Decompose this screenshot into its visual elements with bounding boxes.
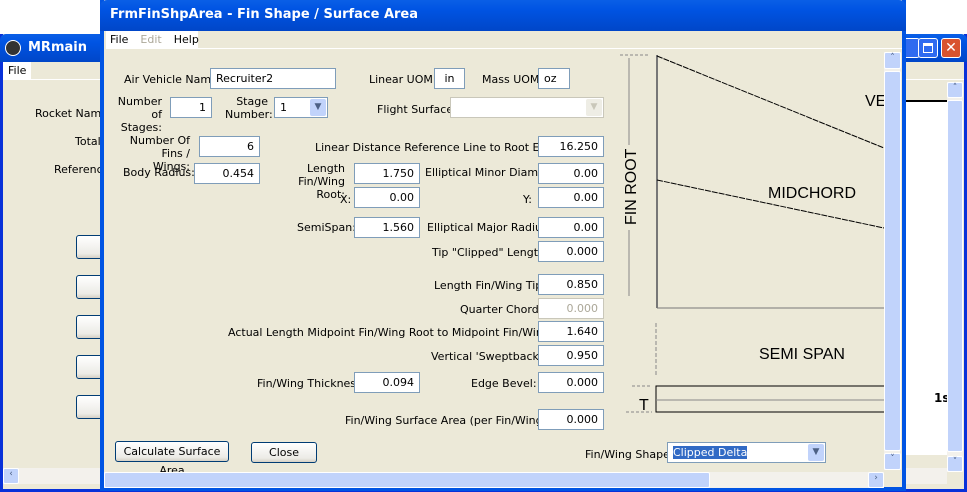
length-root-label: Length Fin/Wing Root: <box>298 162 345 201</box>
paw-icon <box>5 40 21 56</box>
dialog-menubar: File Edit Help <box>106 31 902 49</box>
menu-file[interactable]: File <box>3 62 32 79</box>
dialog-titlebar: FrmFinShpArea - Fin Shape / Surface Area <box>100 0 906 31</box>
length-tip-input[interactable]: 0.850 <box>538 274 604 295</box>
dialog-vscrollbar[interactable]: ˄ ˅ <box>884 52 901 470</box>
dialog-hscrollbar[interactable]: › <box>104 472 884 488</box>
close-button[interactable]: Close <box>251 442 317 463</box>
length-root-input[interactable]: 1.750 <box>354 163 420 184</box>
elliptical-minor-input[interactable]: 0.00 <box>538 163 604 184</box>
menu-file[interactable]: File <box>110 33 128 46</box>
linear-uom-label: Linear UOM: <box>369 73 437 86</box>
thickness-t-label: T <box>639 397 649 414</box>
fin-shape-select[interactable]: Clipped Delta ▼ <box>667 442 826 463</box>
mrmain-vscrollbar[interactable]: ˄ ˅ <box>947 82 963 472</box>
fin-shape-label: Fin/Wing Shape: <box>585 448 674 461</box>
chevron-down-icon: ▼ <box>808 444 824 461</box>
fin-root-label: FIN ROOT <box>623 148 640 225</box>
num-stages-label: Number of Stages: <box>117 95 162 134</box>
y-label: Y: <box>523 193 532 206</box>
calculate-surface-area-button[interactable]: Calculate Surface Area <box>115 441 229 477</box>
semi-span-label: SEMI SPAN <box>759 346 845 363</box>
dialog-title: FrmFinShpArea - Fin Shape / Surface Area <box>110 7 419 22</box>
chevron-down-icon: ▼ <box>586 99 602 116</box>
air-vehicle-name-label: Air Vehicle Name: <box>124 73 222 86</box>
stage-number-label: Stage Number: <box>225 95 273 121</box>
mrmain-title: MRmain <box>28 40 87 55</box>
tip-clipped-label: Tip "Clipped" Length: <box>432 246 549 259</box>
stage-number-select[interactable]: 1 ▼ <box>274 97 328 118</box>
menu-edit[interactable]: Edit <box>140 33 161 46</box>
menu-help[interactable]: Help <box>174 33 199 46</box>
ve-label: VE <box>865 93 884 110</box>
thickness-input[interactable]: 0.094 <box>354 372 420 393</box>
thickness-label: Fin/Wing Thickness: <box>257 377 366 390</box>
actual-length-label: Actual Length Midpoint Fin/Wing Root to … <box>228 326 574 339</box>
close-window-button[interactable]: ✕ <box>941 38 961 58</box>
mass-uom-input[interactable]: oz <box>538 68 570 89</box>
linear-distance-label: Linear Distance Reference Line to Root E… <box>315 141 564 154</box>
semispan-label: SemiSpan: <box>297 221 356 234</box>
quarter-chord-label: Quarter Chord: <box>460 303 543 316</box>
y-input[interactable]: 0.00 <box>538 187 604 208</box>
mass-uom-label: Mass UOM: <box>482 73 544 86</box>
linear-uom-input[interactable]: in <box>434 68 465 89</box>
maximize-button[interactable] <box>918 38 938 58</box>
actual-length-input[interactable]: 1.640 <box>538 321 604 342</box>
quarter-chord-input[interactable]: 0.000 <box>538 298 604 319</box>
num-stages-input[interactable]: 1 <box>170 97 212 118</box>
x-input[interactable]: 0.00 <box>354 187 420 208</box>
elliptical-major-input[interactable]: 0.00 <box>538 217 604 238</box>
chevron-down-icon: ▼ <box>310 99 326 116</box>
midchord-label: MIDCHORD <box>768 185 856 202</box>
sweptback-label: Vertical 'Sweptback': <box>431 350 546 363</box>
body-radius-input[interactable]: 0.454 <box>194 163 260 184</box>
sweptback-input[interactable]: 0.950 <box>538 345 604 366</box>
linear-distance-input[interactable]: 16.250 <box>538 136 604 157</box>
surface-area-input[interactable]: 0.000 <box>538 409 604 430</box>
edge-bevel-input[interactable]: 0.000 <box>538 372 604 393</box>
edge-bevel-label: Edge Bevel: <box>471 377 537 390</box>
num-fins-input[interactable]: 6 <box>199 136 260 157</box>
length-tip-label: Length Fin/Wing Tip: <box>434 279 546 292</box>
fin-diagram: FIN ROOT VE MIDCHORD SEMI SPAN T <box>620 54 884 414</box>
body-radius-label: Body Radius: <box>123 166 195 179</box>
surface-area-label: Fin/Wing Surface Area (per Fin/Wing): <box>345 414 551 427</box>
elliptical-major-label: Elliptical Major Radius: <box>427 221 552 234</box>
flight-surface-select[interactable]: ▼ <box>450 97 604 118</box>
total-label: Total <box>75 135 101 148</box>
flight-surface-label: Flight Surface: <box>377 103 457 116</box>
semispan-input[interactable]: 1.560 <box>354 217 420 238</box>
air-vehicle-name-input[interactable]: Recruiter2 <box>210 68 336 89</box>
tip-clipped-input[interactable]: 0.000 <box>538 241 604 262</box>
x-label: X: <box>340 193 352 206</box>
